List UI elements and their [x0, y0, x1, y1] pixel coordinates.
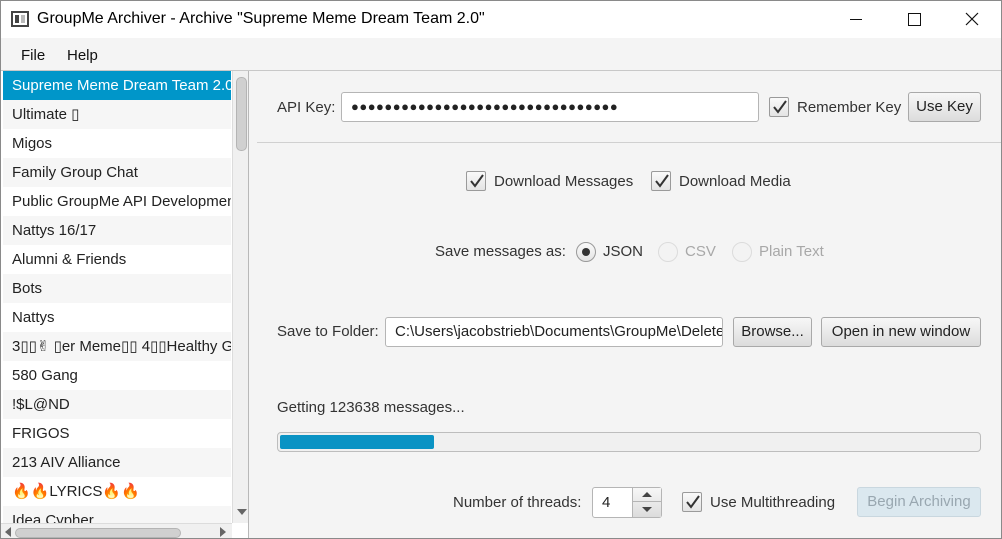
decrement-icon[interactable]	[633, 502, 661, 517]
threads-value[interactable]: 4	[602, 494, 610, 511]
increment-icon[interactable]	[633, 488, 661, 502]
api-key-field[interactable]: ●●●●●●●●●●●●●●●●●●●●●●●●●●●●●●●●	[341, 92, 759, 122]
chat-list: Supreme Meme Dream Team 2.0 Ultimate ▯ Mig…	[3, 71, 231, 535]
app-window: GroupMe Archiver - Archive "Supreme Meme…	[0, 0, 1002, 539]
close-button[interactable]	[943, 1, 1001, 38]
menu-help[interactable]: Help	[67, 47, 98, 64]
open-in-new-window-button[interactable]: Open in new window	[821, 317, 981, 347]
download-media-checkbox[interactable]	[651, 171, 671, 191]
chat-list-item[interactable]: Supreme Meme Dream Team 2.0	[3, 71, 231, 100]
save-format-label: Save messages as:	[435, 243, 566, 260]
save-folder-label: Save to Folder:	[277, 323, 379, 340]
horizontal-scroll-thumb[interactable]	[15, 528, 181, 538]
chat-list-item[interactable]: Migos	[3, 129, 231, 158]
chat-list-item[interactable]: FRIGOS	[3, 419, 231, 448]
checkmark-icon	[655, 174, 669, 188]
close-icon	[965, 12, 979, 26]
format-plain-text-label: Plain Text	[759, 243, 824, 260]
title-bar: GroupMe Archiver - Archive "Supreme Meme…	[1, 1, 1001, 38]
use-multithreading-label: Use Multithreading	[710, 494, 836, 511]
main-panel: API Key: ●●●●●●●●●●●●●●●●●●●●●●●●●●●●●●●…	[257, 71, 1001, 538]
maximize-button[interactable]	[885, 1, 943, 38]
save-folder-field[interactable]: C:\Users\jacobstrieb\Documents\GroupMe\D…	[385, 317, 723, 347]
vertical-scroll-thumb[interactable]	[236, 77, 247, 151]
chat-list-item[interactable]: Family Group Chat	[3, 158, 231, 187]
chat-list-item[interactable]: 213 AIV Alliance	[3, 448, 231, 477]
api-key-label: API Key:	[277, 99, 336, 116]
chat-list-item[interactable]: 🔥🔥LYRICS🔥🔥	[3, 477, 231, 506]
checkmark-icon	[773, 100, 787, 114]
download-media-label: Download Media	[679, 173, 791, 190]
window-title: GroupMe Archiver - Archive "Supreme Meme…	[37, 10, 485, 27]
progress-bar	[277, 432, 981, 452]
horizontal-scrollbar[interactable]	[1, 523, 232, 538]
format-csv-label: CSV	[685, 243, 716, 260]
chat-sidebar: Supreme Meme Dream Team 2.0 Ultimate ▯ Mig…	[1, 71, 249, 538]
download-messages-checkbox[interactable]	[466, 171, 486, 191]
checkmark-icon	[470, 174, 484, 188]
threads-spinner[interactable]: 4	[592, 487, 662, 518]
progress-status: Getting 123638 messages...	[277, 399, 465, 416]
threads-label: Number of threads:	[453, 494, 582, 511]
chat-list-item[interactable]: Public GroupMe API Development	[3, 187, 231, 216]
menu-bar: File Help	[1, 38, 1001, 71]
api-key-section: API Key: ●●●●●●●●●●●●●●●●●●●●●●●●●●●●●●●…	[257, 71, 1001, 143]
browse-button[interactable]: Browse...	[733, 317, 812, 347]
app-icon	[11, 11, 29, 27]
scroll-right-icon[interactable]	[220, 527, 226, 537]
format-csv-radio[interactable]	[658, 242, 678, 262]
checkmark-icon	[686, 495, 700, 509]
chat-list-item[interactable]: Ultimate ▯	[3, 100, 231, 129]
minimize-button[interactable]	[827, 1, 885, 38]
progress-bar-fill	[280, 435, 434, 449]
use-key-button[interactable]: Use Key	[908, 92, 981, 122]
chat-list-item[interactable]: Bots	[3, 274, 231, 303]
begin-archiving-button[interactable]: Begin Archiving	[857, 487, 981, 517]
format-plain-text-radio[interactable]	[732, 242, 752, 262]
chat-list-item[interactable]: 580 Gang	[3, 361, 231, 390]
scroll-left-icon[interactable]	[5, 527, 11, 537]
chat-list-item[interactable]: Alumni & Friends	[3, 245, 231, 274]
use-multithreading-checkbox[interactable]	[682, 492, 702, 512]
scroll-down-icon[interactable]	[237, 509, 247, 515]
format-json-radio[interactable]	[576, 242, 596, 262]
chat-list-item[interactable]: Nattys 16/17	[3, 216, 231, 245]
chat-list-item[interactable]: Nattys	[3, 303, 231, 332]
menu-file[interactable]: File	[21, 47, 45, 64]
remember-key-label: Remember Key	[797, 99, 902, 116]
chat-list-item[interactable]: 3▯▯✌ ▯er Meme▯▯ 4▯▯Healthy Gre	[3, 332, 231, 361]
remember-key-checkbox[interactable]	[769, 97, 789, 117]
download-messages-label: Download Messages	[494, 173, 634, 190]
vertical-scrollbar[interactable]	[232, 71, 248, 523]
spinner-buttons	[632, 488, 661, 517]
chat-list-item[interactable]: !$L@ND	[3, 390, 231, 419]
format-json-label: JSON	[603, 243, 644, 260]
